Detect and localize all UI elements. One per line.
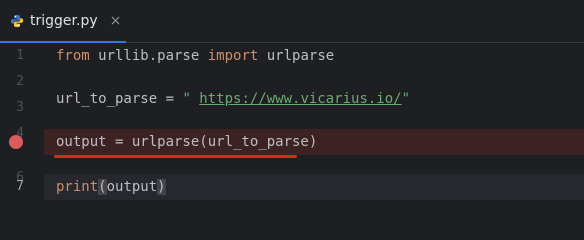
line-number-current: 7 (16, 179, 24, 194)
print-argument: output (106, 179, 158, 195)
assignment: url_to_parse = (56, 91, 183, 107)
code-area[interactable]: from urllib.parse import urlparse url_to… (44, 43, 584, 231)
gutter: 1 2 3 4 6 7 (0, 43, 44, 231)
tab-bar: trigger.py × (0, 0, 584, 43)
gutter-line-2: 2 (0, 69, 44, 95)
code-line-5-breakpoint[interactable]: output = urlparse(url_to_parse) (44, 129, 584, 155)
bracket-close: ) (157, 179, 166, 195)
gutter-line-5 (0, 129, 44, 155)
url-link[interactable]: https://www.vicarius.io/ (199, 91, 401, 107)
line-number: 2 (16, 74, 24, 89)
code-editor[interactable]: 1 2 3 4 6 7 from urllib.parse import url… (0, 43, 584, 231)
line-number: 3 (16, 100, 24, 115)
python-icon (10, 14, 24, 28)
bracket-open: ( (98, 179, 107, 195)
string-quote-close: " (401, 91, 411, 107)
gutter-line-7: 7 (0, 174, 44, 200)
builtin-print: print (56, 179, 99, 195)
editor-window: trigger.py × 1 2 3 4 6 7 from urllib.par… (0, 0, 584, 231)
close-icon[interactable]: × (110, 13, 122, 29)
code-line-7-current[interactable]: print(output) (44, 174, 584, 200)
code-line-1[interactable]: from urllib.parse import urlparse (44, 43, 584, 69)
line-number: 1 (16, 48, 24, 63)
string-quote-open: " (182, 91, 200, 107)
code-line-3[interactable]: url_to_parse = " https://www.vicarius.io… (44, 86, 584, 112)
tab-label: trigger.py (30, 13, 98, 29)
imported-name: urlparse (258, 48, 335, 64)
breakpoint-icon[interactable] (9, 135, 23, 149)
gutter-line-1: 1 (0, 43, 44, 69)
tab-trigger-py[interactable]: trigger.py × (0, 0, 126, 43)
breakpoint-code: output = urlparse(url_to_parse) (56, 134, 318, 150)
red-underline-annotation (54, 155, 297, 158)
module-name: urllib.parse (89, 48, 208, 64)
keyword-import: import (207, 48, 259, 64)
gutter-line-3: 3 (0, 95, 44, 121)
keyword-from: from (56, 48, 90, 64)
